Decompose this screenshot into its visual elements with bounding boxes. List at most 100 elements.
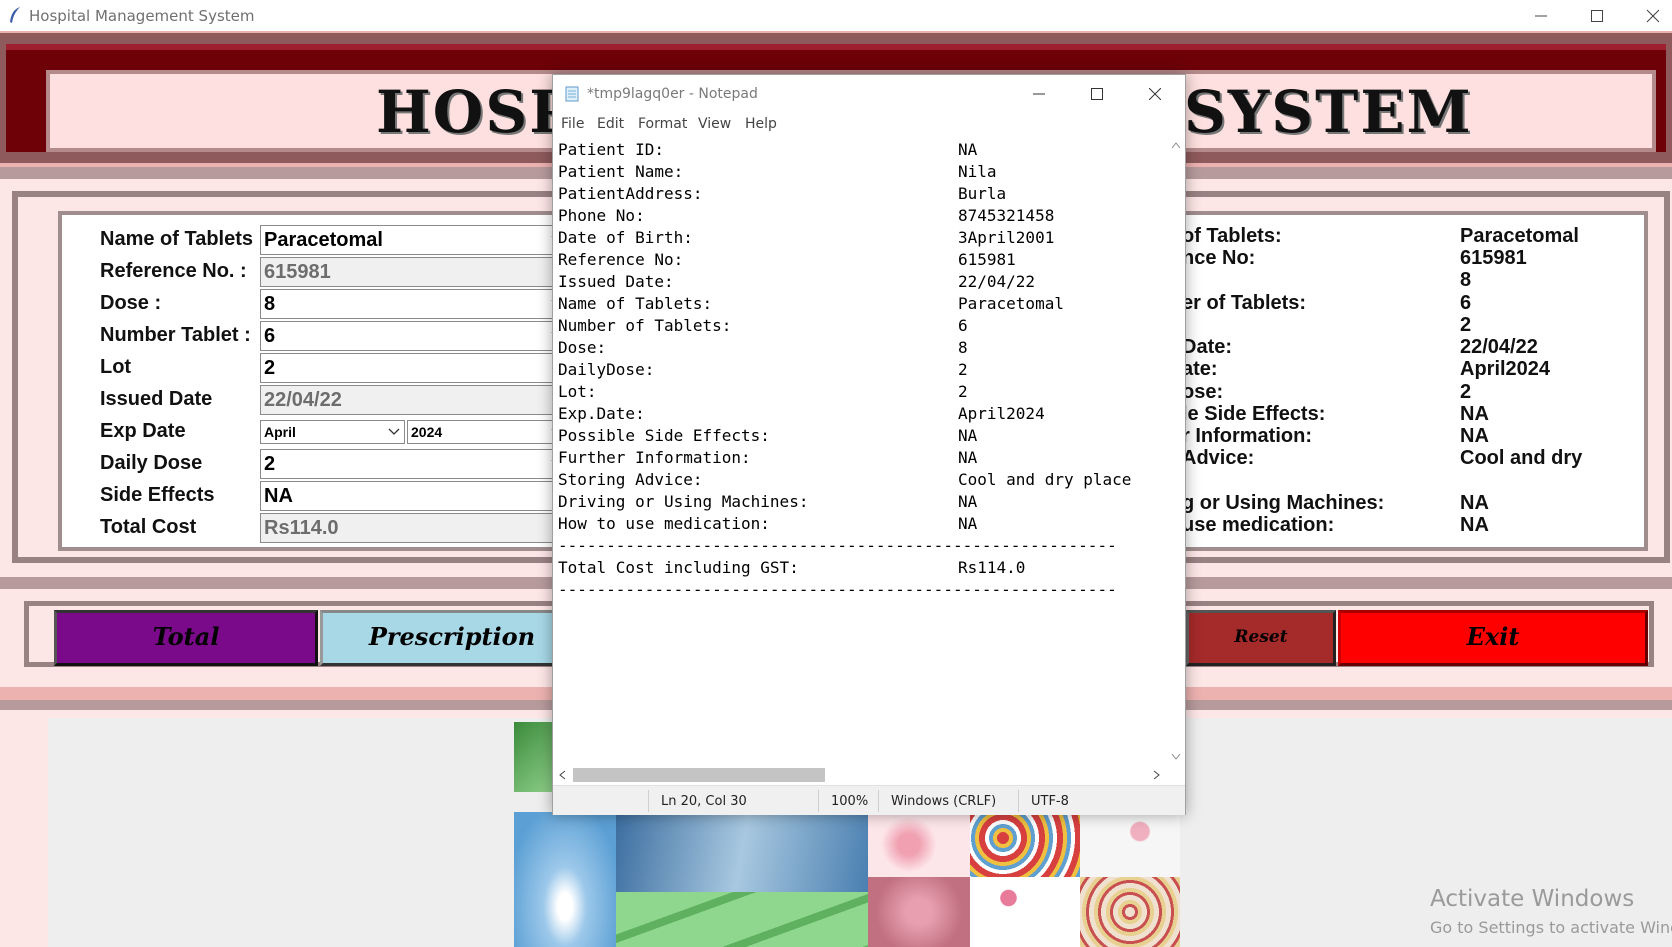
lot-input[interactable]: 2 [260, 353, 572, 383]
label-total-cost: Total Cost [100, 516, 197, 538]
line-key: Lot: [558, 382, 597, 401]
summary-value: NA [1460, 403, 1489, 425]
form-row-issued-date: Issued Date 22/04/22 [62, 385, 572, 415]
daily-dose-value: 2 [264, 453, 276, 475]
notepad-icon [565, 86, 579, 102]
chevron-left-icon[interactable] [558, 770, 566, 780]
dose-select[interactable]: 8 [260, 289, 572, 319]
label-side-effects: Side Effects [100, 484, 215, 506]
line-key: Exp.Date: [558, 404, 645, 423]
summary-label: er of Tablets: [1182, 292, 1307, 314]
summary-label: ose: [1182, 381, 1224, 403]
vertical-scrollbar[interactable] [1167, 137, 1185, 765]
exp-month-select[interactable]: April [260, 420, 405, 444]
chevron-right-icon[interactable] [1153, 770, 1161, 780]
exp-year-select[interactable]: 2024 [407, 420, 572, 444]
exp-year-value: 2024 [411, 424, 443, 440]
separator-line: ----------------------------------------… [558, 536, 1117, 555]
side-effects-input[interactable]: NA [260, 481, 572, 511]
form-row-exp-date: Exp Date April 2024 [62, 417, 572, 447]
summary-value: 22/04/22 [1460, 336, 1538, 358]
chevron-down-icon[interactable] [1171, 753, 1181, 761]
total-cost-field: Rs114.0 [260, 513, 572, 543]
maximize-icon [1091, 88, 1103, 100]
banner-title-right: SYSTEM [1184, 78, 1473, 146]
menu-help[interactable]: Help [745, 116, 777, 132]
close-button[interactable] [1624, 0, 1672, 31]
form-row-lot: Lot 2 [62, 353, 572, 383]
line-key: Reference No: [558, 250, 684, 269]
maximize-button[interactable] [1568, 0, 1626, 31]
summary-panel: of Tablets: nce No: er of Tablets: Date:… [1160, 191, 1670, 563]
notepad-text-area[interactable]: Patient ID: NA Patient Name: Nila PatientA… [558, 140, 1166, 835]
close-icon [1149, 88, 1161, 100]
line-key: Name of Tablets: [558, 294, 713, 313]
line-key: Driving or Using Machines: [558, 492, 809, 511]
summary-value: 2 [1460, 314, 1472, 336]
line-value: Paracetomal [958, 294, 1064, 313]
notepad-close-button[interactable] [1126, 75, 1184, 113]
label-tablet-name: Name of Tablets : [100, 228, 266, 250]
tablet-name-select[interactable]: Paracetomal [260, 225, 572, 255]
daily-dose-select[interactable]: 2 [260, 449, 572, 479]
line-value: NA [958, 140, 978, 159]
line-value: NA [958, 514, 978, 533]
notepad-titlebar: *tmp9lagq0er - Notepad [553, 75, 1185, 113]
total-button[interactable]: Total [54, 610, 318, 666]
summary-label: of Tablets: [1182, 225, 1282, 247]
line-value: NA [958, 492, 978, 511]
summary-value: NA [1460, 425, 1489, 447]
summary-label: Date: [1182, 336, 1233, 358]
line-key: Number of Tablets: [558, 316, 732, 335]
menu-format[interactable]: Format [638, 116, 687, 132]
summary-value: 2 [1460, 381, 1472, 403]
encoding: UTF-8 [1031, 794, 1069, 809]
summary-content: of Tablets: nce No: er of Tablets: Date:… [1166, 211, 1648, 551]
summary-value: 615981 [1460, 247, 1527, 269]
notepad-window: *tmp9lagq0er - Notepad File Edit Format … [552, 74, 1186, 815]
summary-value: Paracetomal [1460, 225, 1579, 247]
prescription-button[interactable]: Prescription [320, 610, 584, 666]
menu-file[interactable]: File [561, 116, 584, 132]
minimize-icon [1535, 15, 1547, 17]
line-value: Cool and dry place [958, 470, 1132, 489]
chevron-up-icon[interactable] [1171, 141, 1181, 149]
chevron-down-icon [388, 428, 400, 435]
summary-value: NA [1460, 514, 1489, 536]
form-row-tablet-name: Name of Tablets : Paracetomal [62, 225, 572, 255]
scroll-thumb[interactable] [573, 768, 825, 782]
menu-edit[interactable]: Edit [597, 116, 624, 132]
minimize-button[interactable] [1512, 0, 1570, 31]
label-dose: Dose : [100, 292, 162, 314]
horizontal-scrollbar[interactable] [553, 765, 1168, 785]
notepad-menubar: File Edit Format View Help [553, 113, 1185, 137]
window-titlebar: Hospital Management System [0, 0, 1672, 31]
line-value: NA [958, 426, 978, 445]
line-key: Further Information: [558, 448, 751, 467]
line-value: 3April2001 [958, 228, 1055, 247]
pink-tablets-image [970, 877, 1080, 947]
form-row-number-tablet: Number Tablet : 6 [62, 321, 572, 351]
activate-windows-subtitle: Go to Settings to activate Windows. [1430, 918, 1672, 937]
status-divider [648, 790, 649, 812]
notepad-maximize-button[interactable] [1068, 75, 1126, 113]
line-key: Patient ID: [558, 140, 664, 159]
form-row-side-effects: Side Effects NA [62, 481, 572, 511]
line-value: Rs114.0 [958, 558, 1026, 577]
separator-line: ----------------------------------------… [558, 580, 1117, 599]
cursor-position: Ln 20, Col 30 [661, 794, 747, 809]
reset-button[interactable]: Reset [1186, 610, 1336, 666]
menu-view[interactable]: View [698, 116, 731, 132]
label-exp-date: Exp Date [100, 420, 186, 442]
exit-button[interactable]: Exit [1338, 610, 1648, 666]
window-title: Hospital Management System [29, 7, 255, 25]
notepad-minimize-button[interactable] [1010, 75, 1068, 113]
dose-value: 8 [264, 293, 276, 315]
line-value: 2 [958, 360, 968, 379]
number-tablet-select[interactable]: 6 [260, 321, 572, 351]
line-value: 8745321458 [958, 206, 1055, 225]
reference-field: 615981 [260, 257, 572, 287]
summary-label: use medication: [1182, 514, 1335, 536]
line-value: 615981 [958, 250, 1016, 269]
line-key: Dose: [558, 338, 607, 357]
